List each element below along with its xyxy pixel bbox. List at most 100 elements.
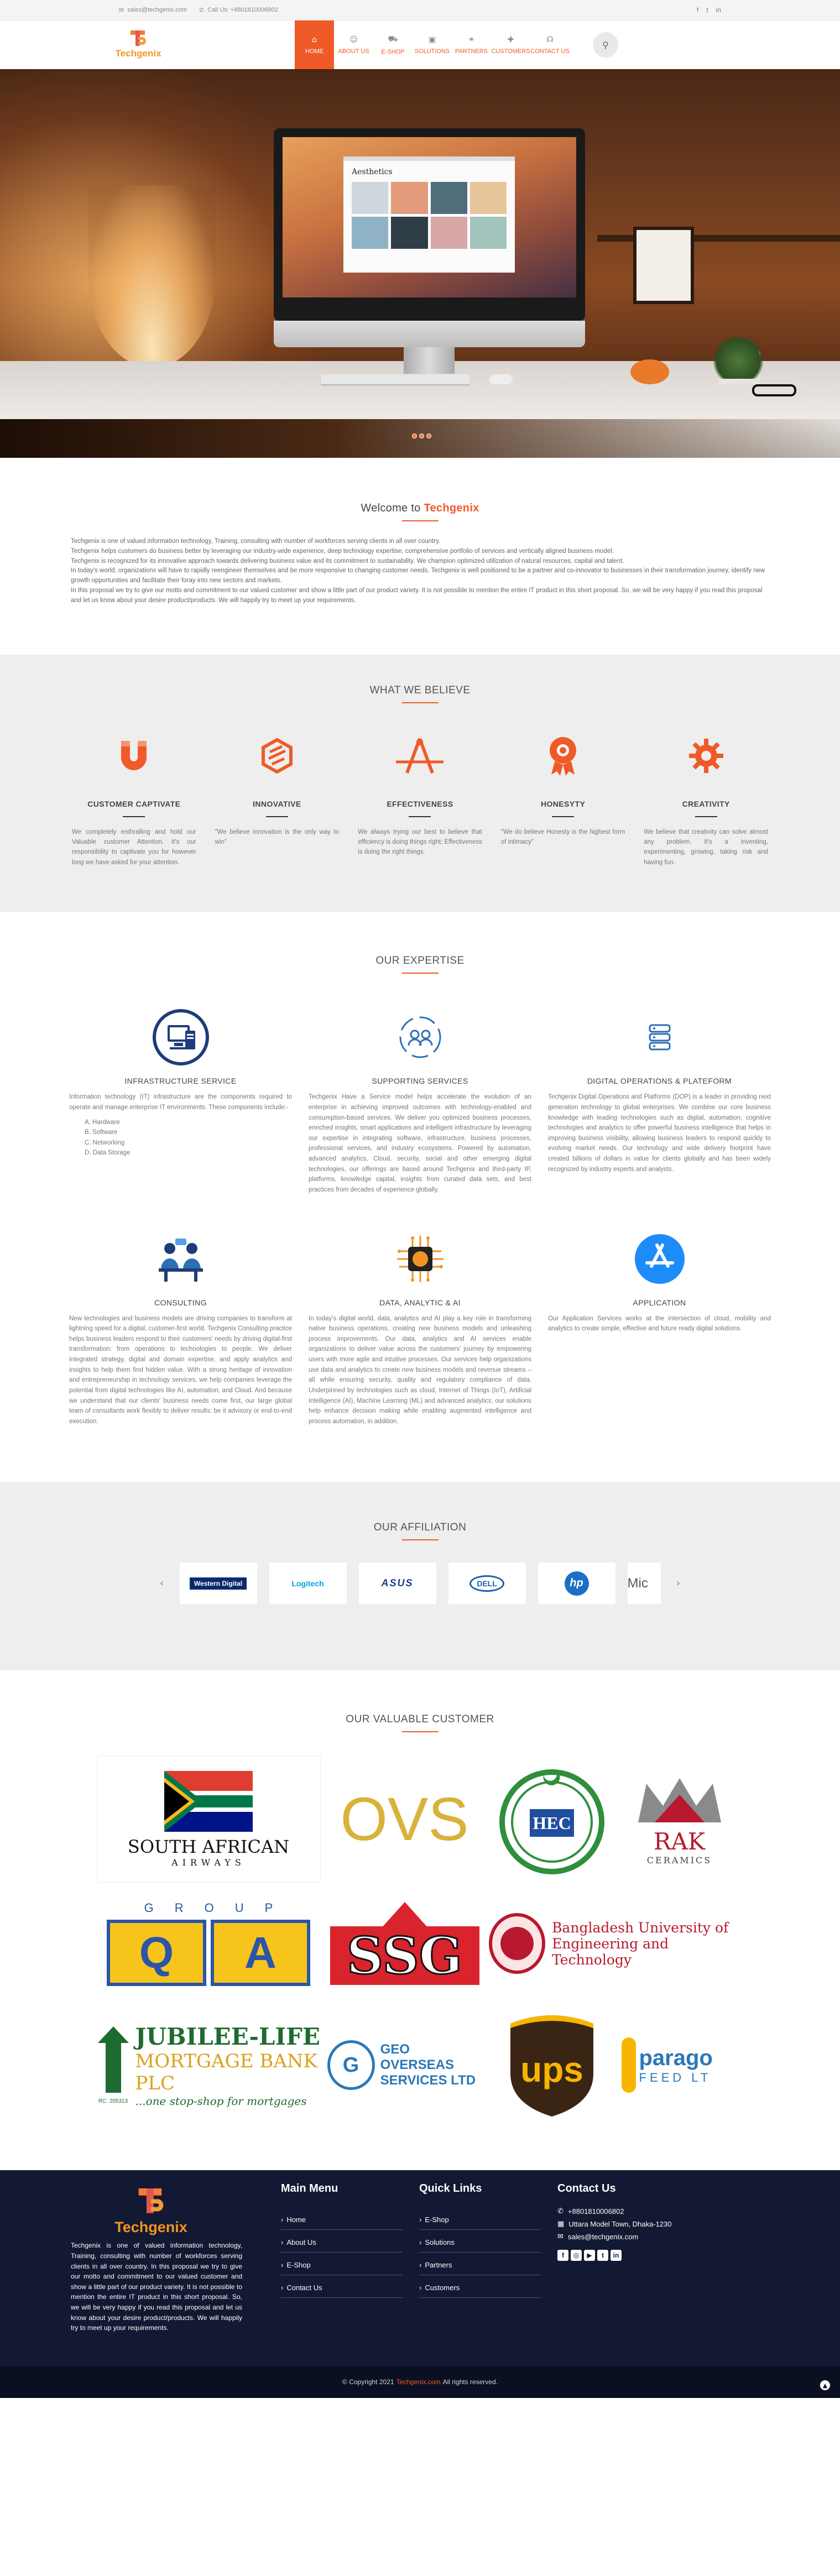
glasses-image	[752, 384, 796, 396]
expertise-card-title: INFRASTRUCTURE SERVICE	[124, 1077, 237, 1086]
affiliate-logo-western-digital[interactable]: Western Digital	[179, 1563, 257, 1605]
monitor-image: Aesthetics	[274, 128, 585, 321]
envelope-icon: ✉	[119, 6, 124, 14]
topbar-email[interactable]: ✉ sales@techgenix.com	[119, 7, 187, 14]
twitter-icon[interactable]: t	[597, 2250, 608, 2261]
linkedin-icon[interactable]: in	[611, 2250, 622, 2261]
footer-address: ▦ Uttara Model Town, Dhaka-1230	[557, 2220, 734, 2228]
welcome-paragraph: Techgenix is one of valued information t…	[71, 538, 441, 545]
footer-link-about-us[interactable]: About Us	[281, 2230, 403, 2253]
crown-image	[638, 1778, 721, 1823]
topbar-phone[interactable]: ✆ Call Us: +8801810006802	[199, 7, 278, 14]
footer-link-contact-us[interactable]: Contact Us	[281, 2275, 403, 2298]
footer-link-solutions[interactable]: Solutions	[419, 2230, 541, 2253]
nav-item-customers[interactable]: ✚ CUSTOMERS	[491, 20, 530, 69]
footer-link-partners[interactable]: Partners	[419, 2253, 541, 2276]
main-menu: ⌂ HOME ☺ ABOUT US ⛟ E-SHOP ▣ SOLUTIONS ⚭…	[295, 20, 570, 69]
customer-logo-hec[interactable]: HEC	[489, 1755, 615, 1883]
customer-logo-text: JUBILEE-LIFE	[135, 2023, 320, 2050]
carousel-prev-arrow-icon[interactable]: ‹	[156, 1577, 168, 1589]
footer-link-e-shop[interactable]: E-Shop	[419, 2207, 541, 2230]
ai-chip-icon	[309, 1229, 531, 1289]
nav-item-about-us[interactable]: ☺ ABOUT US	[334, 20, 373, 69]
expertise-card-title: SUPPORTING SERVICES	[372, 1077, 468, 1086]
affiliate-logo-asus[interactable]: ASUS	[358, 1563, 436, 1605]
expertise-card-title: APPLICATION	[633, 1298, 686, 1307]
instagram-icon[interactable]: ◎	[571, 2250, 582, 2261]
carousel-next-arrow-icon[interactable]: ›	[673, 1577, 684, 1589]
believe-card-text: "We believe innovation is the only way t…	[215, 828, 340, 846]
customer-logo-rak-ceramics[interactable]: RAK CERAMICS	[622, 1755, 738, 1883]
site-footer: Techgenix Techgenix is one of valued inf…	[0, 2170, 840, 2391]
footer-email[interactable]: ✉ sales@techgenix.com	[557, 2233, 734, 2241]
copyright-brand-link[interactable]: Techgenix.com	[396, 2378, 441, 2386]
customer-logo-south-african-airways[interactable]: SOUTH AFRICAN AIRWAYS	[96, 1755, 321, 1883]
believe-card-title: EFFECTIVENESS	[387, 799, 453, 808]
twitter-icon[interactable]: t	[706, 6, 708, 14]
slider-dot[interactable]	[419, 433, 424, 438]
customers-section: OUR VALUABLE CUSTOMER SOUTH AFRICAN AIRW…	[0, 1670, 840, 2170]
user-plus-icon: ✚	[507, 35, 514, 44]
footer-link-home[interactable]: Home	[281, 2207, 403, 2230]
nav-item-home[interactable]: ⌂ HOME	[295, 20, 334, 69]
customer-logo-text: Bangladesh University of	[552, 1919, 729, 1936]
facebook-icon[interactable]: f	[697, 6, 698, 14]
footer-link-customers[interactable]: Customers	[419, 2275, 541, 2298]
search-button[interactable]: ⚲	[593, 32, 618, 58]
linkedin-icon[interactable]: in	[716, 6, 721, 14]
welcome-section: Welcome to Techgenix Techgenix is one of…	[0, 458, 840, 655]
nav-item-e-shop[interactable]: ⛟ E-SHOP	[373, 20, 413, 69]
site-logo[interactable]: Techgenix	[108, 30, 169, 59]
customer-logo-qa-group[interactable]: GROUP Q A	[97, 1888, 321, 1999]
footer-phone[interactable]: ✆ +8801810006802	[557, 2207, 734, 2216]
customers-title: OUR VALUABLE CUSTOMER	[346, 1713, 494, 1726]
customer-logo-buet[interactable]: Bangladesh University of Engineering and…	[488, 1888, 738, 1999]
customer-logo-text: parago	[639, 2045, 713, 2070]
expertise-card: DIGITAL OPERATIONS & PLATEFORM Techgenix…	[548, 1007, 771, 1195]
welcome-paragraph: Techgenix is recognized for its innovati…	[71, 557, 624, 565]
ups-shield-image: ups	[510, 2015, 593, 2117]
customer-logo-jubilee-life[interactable]: RC: 205313 JUBILEE-LIFE MORTGAGE BANK PL…	[97, 2004, 321, 2126]
customer-logo-ssg[interactable]: SSG	[327, 1888, 482, 1999]
customer-logo-ovs[interactable]: OVS	[327, 1755, 482, 1883]
footer-logo[interactable]: Techgenix	[101, 2188, 201, 2236]
slider-dot[interactable]	[412, 433, 417, 438]
affiliate-logo-text: hp	[564, 1571, 589, 1596]
home-icon: ⌂	[312, 35, 317, 44]
nav-item-label: SOLUTIONS	[414, 48, 450, 55]
qa-letter-box: A	[211, 1920, 310, 1987]
affiliate-logo-microsoft[interactable]: Mic	[627, 1563, 661, 1605]
affiliate-logo-hp[interactable]: hp	[538, 1563, 615, 1605]
nav-item-partners[interactable]: ⚭ PARTNERS	[452, 20, 491, 69]
affiliate-logo-text: Logitech	[291, 1579, 324, 1588]
customer-logo-parago-feed[interactable]: parago FEED LT	[621, 2004, 738, 2126]
expertise-card-title: DATA, ANALYTIC & AI	[379, 1298, 461, 1307]
affiliate-logo-text: ASUS	[381, 1577, 414, 1589]
main-navbar: Techgenix ⌂ HOME ☺ ABOUT US ⛟ E-SHOP ▣ S…	[0, 20, 840, 69]
youtube-icon[interactable]: ▶	[584, 2250, 595, 2261]
facebook-icon[interactable]: f	[557, 2250, 568, 2261]
footer-grid: Techgenix Techgenix is one of valued inf…	[71, 2179, 769, 2333]
footer-link-e-shop[interactable]: E-Shop	[281, 2253, 403, 2276]
believe-card-text: We believe that creativity can solve alm…	[644, 828, 768, 866]
footer-about-text: Techgenix is one of valued information t…	[71, 2241, 242, 2332]
customer-logo-ups[interactable]: ups	[489, 2004, 615, 2126]
nav-item-contact-us[interactable]: ☊ CONTACT US	[530, 20, 570, 69]
expertise-card-title: DIGITAL OPERATIONS & PLATEFORM	[587, 1077, 732, 1086]
customer-logo-subtext: Engineering and Technology	[552, 1935, 669, 1968]
footer-socials: f ◎ ▶ t in	[557, 2250, 734, 2261]
customer-logo-subtext: CERAMICS	[646, 1855, 712, 1866]
slider-dot[interactable]	[426, 433, 431, 438]
envelope-icon: ✉	[557, 2233, 564, 2241]
affiliate-logo-logitech[interactable]: Logitech	[269, 1563, 347, 1605]
customer-logo-subtext: SERVICES LTD	[380, 2073, 476, 2088]
nav-item-solutions[interactable]: ▣ SOLUTIONS	[413, 20, 452, 69]
hec-emblem-image: HEC	[499, 1769, 604, 1875]
expertise-card: APPLICATION Our Application Services wor…	[548, 1229, 771, 1427]
database-icon	[548, 1007, 771, 1068]
hec-emblem-text: HEC	[533, 1813, 571, 1833]
customer-logo-geo-overseas[interactable]: G GEO OVERSEAS SERVICES LTD	[327, 2004, 482, 2126]
geo-globe-icon: G	[327, 2040, 375, 2091]
affiliate-logo-dell[interactable]: DELL	[448, 1563, 526, 1605]
people-icon: ☺	[349, 35, 358, 44]
